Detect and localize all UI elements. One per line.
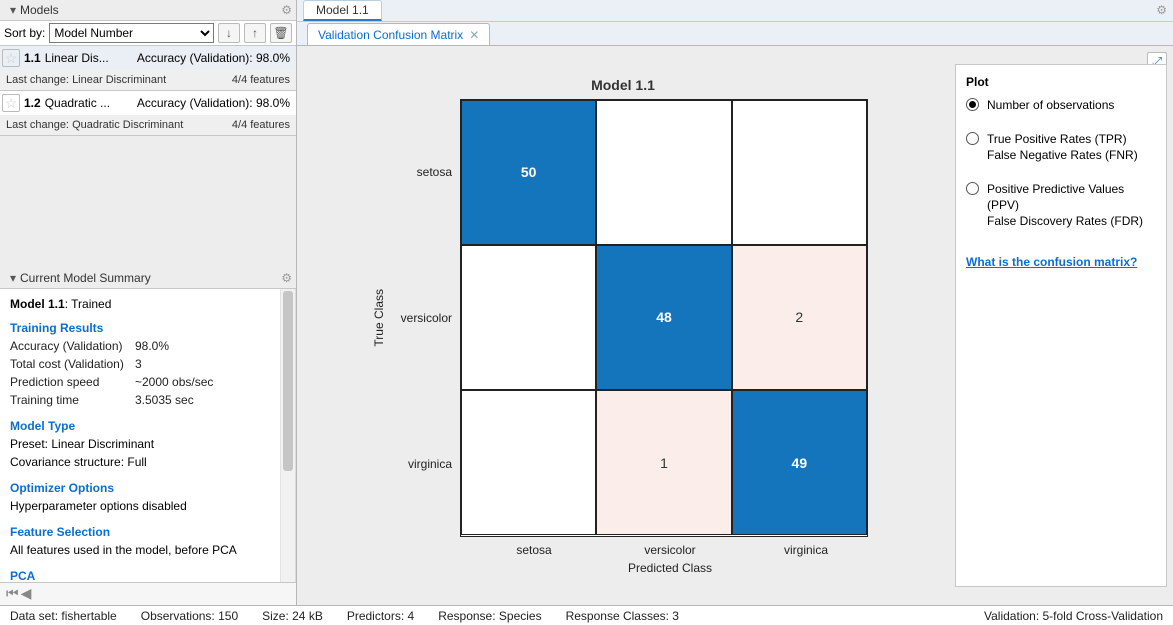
x-tick: versicolor (602, 537, 738, 557)
scrollbar[interactable] (280, 289, 295, 582)
optimizer-desc: Hyperparameter options disabled (10, 497, 285, 515)
delete-button[interactable]: 🗑 (270, 23, 292, 43)
cell-0-0: 50 (461, 100, 596, 245)
gear-icon[interactable]: ⚙ (1156, 3, 1167, 17)
summary-panel-header: ▾ Current Model Summary ⚙ (0, 268, 296, 289)
optimizer-title: Optimizer Options (10, 481, 285, 495)
feature-count: 4/4 features (232, 119, 290, 131)
model-accuracy: Accuracy (Validation): 98.0% (137, 51, 290, 65)
model-number: 1.1 (24, 51, 41, 65)
radio-number-observations[interactable]: Number of observations (966, 97, 1156, 113)
summary-body: Model 1.1: Trained Training Results Accu… (0, 289, 296, 582)
model-item-2[interactable]: ☆ 1.2 Quadratic ... Accuracy (Validation… (0, 91, 296, 136)
help-link[interactable]: What is the confusion matrix? (966, 255, 1137, 269)
cell-1-2: 2 (732, 245, 867, 390)
preset-desc: Preset: Linear Discriminant (10, 435, 285, 453)
radio-tpr-fnr[interactable]: True Positive Rates (TPR) False Negative… (966, 131, 1156, 163)
status-dataset: Data set: fishertable (10, 609, 117, 623)
radio-icon (966, 132, 979, 145)
sub-tab-bar: Validation Confusion Matrix ✕ (297, 22, 1173, 46)
y-tick: versicolor (392, 245, 460, 391)
gear-icon[interactable]: ⚙ (281, 3, 292, 17)
chart-title: Model 1.1 (372, 77, 874, 93)
y-tick: virginica (392, 391, 460, 537)
status-observations: Observations: 150 (141, 609, 238, 623)
models-panel-title: Models (20, 3, 281, 17)
plot-options-panel: Plot Number of observations True Positiv… (955, 64, 1167, 587)
models-panel-header: ▾ Models ⚙ (0, 0, 296, 21)
model-number: 1.2 (24, 96, 41, 110)
star-icon[interactable]: ☆ (2, 94, 20, 112)
feature-count: 4/4 features (232, 74, 290, 86)
nav-first-icon[interactable]: ⏮ (6, 585, 19, 602)
status-predictors: Predictors: 4 (347, 609, 414, 623)
sort-select[interactable]: Model Number (49, 23, 214, 43)
sort-descending-button[interactable]: ↑ (244, 23, 266, 43)
sort-label: Sort by: (4, 26, 45, 40)
status-size: Size: 24 kB (262, 609, 323, 623)
model-tab-bar: Model 1.1 ⚙ (297, 0, 1173, 22)
model-type-title: Model Type (10, 419, 285, 433)
x-tick: virginica (738, 537, 874, 557)
cell-2-2: 49 (732, 390, 867, 535)
feature-desc: All features used in the model, before P… (10, 541, 285, 559)
model-item-1[interactable]: ☆ 1.1 Linear Dis... Accuracy (Validation… (0, 46, 296, 91)
radio-icon (966, 182, 979, 195)
y-axis-label: True Class (372, 289, 386, 347)
close-icon[interactable]: ✕ (469, 28, 479, 42)
model-tab[interactable]: Model 1.1 (303, 0, 382, 21)
confusion-matrix-tab[interactable]: Validation Confusion Matrix ✕ (307, 23, 490, 45)
status-bar: Data set: fishertable Observations: 150 … (0, 605, 1173, 625)
pca-title: PCA (10, 569, 285, 582)
sort-toolbar: Sort by: Model Number ↓ ↑ 🗑 (0, 21, 296, 46)
sort-ascending-button[interactable]: ↓ (218, 23, 240, 43)
model-accuracy: Accuracy (Validation): 98.0% (137, 96, 290, 110)
model-name: Linear Dis... (45, 51, 137, 65)
collapse-icon[interactable]: ▾ (6, 271, 20, 285)
star-icon[interactable]: ☆ (2, 49, 20, 67)
cell-0-2 (732, 100, 867, 245)
model-name: Quadratic ... (45, 96, 137, 110)
matrix-grid: 50 48 2 1 49 (460, 99, 868, 537)
y-tick: setosa (392, 99, 460, 245)
feature-selection-title: Feature Selection (10, 525, 285, 539)
x-axis-label: Predicted Class (466, 561, 874, 575)
nav-prev-icon[interactable]: ◀ (21, 585, 32, 602)
summary-model-heading: Model 1.1: Trained (10, 297, 285, 311)
summary-nav: ⏮ ◀ (0, 582, 296, 605)
radio-icon (966, 98, 979, 111)
x-tick: setosa (466, 537, 602, 557)
cell-1-0 (461, 245, 596, 390)
status-response: Response: Species (438, 609, 541, 623)
training-results-title: Training Results (10, 321, 285, 335)
models-list: ☆ 1.1 Linear Dis... Accuracy (Validation… (0, 46, 296, 268)
collapse-icon[interactable]: ▾ (6, 3, 20, 17)
status-response-classes: Response Classes: 3 (566, 609, 679, 623)
cell-1-1: 48 (596, 245, 731, 390)
plot-panel-title: Plot (966, 75, 1156, 89)
cell-0-1 (596, 100, 731, 245)
gear-icon[interactable]: ⚙ (281, 271, 292, 285)
summary-panel-title: Current Model Summary (20, 271, 281, 285)
radio-ppv-fdr[interactable]: Positive Predictive Values (PPV) False D… (966, 181, 1156, 229)
cov-desc: Covariance structure: Full (10, 453, 285, 471)
cell-2-0 (461, 390, 596, 535)
status-validation: Validation: 5-fold Cross-Validation (984, 609, 1163, 623)
confusion-matrix-chart: Model 1.1 True Class setosa versicolor v… (372, 77, 874, 575)
cell-2-1: 1 (596, 390, 731, 535)
